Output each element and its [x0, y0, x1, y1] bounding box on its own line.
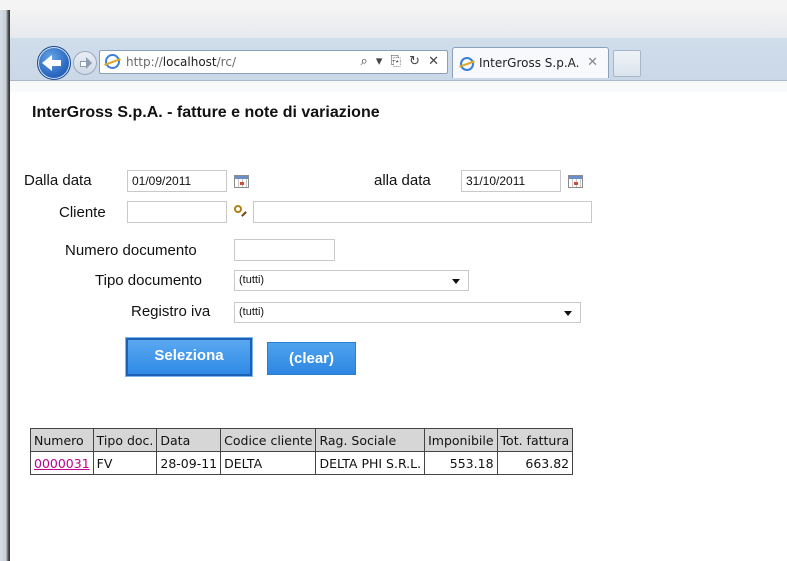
column-header: Data	[156, 428, 222, 452]
forward-button[interactable]	[73, 51, 97, 75]
column-header: Numero	[30, 428, 94, 452]
chevron-down-icon	[564, 311, 572, 316]
window-left-edge	[0, 10, 10, 561]
new-tab-button[interactable]	[613, 50, 641, 77]
back-button[interactable]	[37, 46, 71, 80]
cell-numero: 0000031	[30, 451, 94, 475]
document-link[interactable]: 0000031	[34, 456, 90, 471]
search-icon[interactable]	[234, 205, 242, 213]
browser-tab[interactable]: InterGross S.p.A. ✕	[452, 47, 609, 78]
calendar-icon[interactable]	[568, 175, 583, 188]
dalla-data-input[interactable]: 01/09/2011	[127, 170, 227, 192]
table-row: 0000031 FV 28-09-11 DELTA DELTA PHI S.R.…	[30, 451, 574, 475]
tab-title: InterGross S.p.A.	[479, 56, 580, 70]
cliente-name-input[interactable]	[253, 201, 592, 223]
column-header: Tipo doc.	[92, 428, 158, 452]
alla-data-input[interactable]: 31/10/2011	[461, 170, 561, 192]
cell-codice-cliente: DELTA	[220, 451, 317, 475]
clear-button[interactable]: (clear)	[267, 342, 356, 375]
cliente-label: Cliente	[59, 204, 106, 221]
cell-tipo-doc: FV	[92, 451, 158, 475]
browser-chrome: http://localhost/rc/ ⌕ ▾ ⎘ ↻ ✕ InterGros…	[10, 10, 787, 93]
address-url[interactable]: http://localhost/rc/	[126, 55, 236, 69]
tipo-documento-label: Tipo documento	[95, 272, 203, 289]
cell-data: 28-09-11	[156, 451, 222, 475]
cell-rag-sociale: DELTA PHI S.R.L.	[315, 451, 426, 475]
window-title-bar	[10, 10, 787, 38]
column-header: Imponibile	[424, 428, 498, 452]
desktop-strip	[0, 0, 787, 10]
cliente-code-input[interactable]	[127, 201, 227, 223]
cell-imponibile: 553.18	[424, 451, 498, 475]
registro-iva-select[interactable]: (tutti)	[234, 302, 581, 323]
address-controls[interactable]: ⌕ ▾ ⎘ ↻ ✕	[360, 54, 441, 69]
chevron-down-icon	[452, 279, 460, 284]
cell-tot-fattura: 663.82	[496, 451, 574, 475]
column-header: Tot. fattura	[496, 428, 574, 452]
page-title: InterGross S.p.A. - fatture e note di va…	[32, 104, 380, 121]
alla-data-label: alla data	[374, 172, 431, 189]
page-content: InterGross S.p.A. - fatture e note di va…	[10, 92, 787, 561]
dalla-data-label: Dalla data	[24, 172, 92, 189]
calendar-icon[interactable]	[234, 175, 249, 188]
tab-ie-icon	[460, 57, 474, 71]
address-bar[interactable]: http://localhost/rc/ ⌕ ▾ ⎘ ↻ ✕	[99, 50, 448, 74]
results-table: Numero Tipo doc. Data Codice cliente Rag…	[30, 428, 574, 475]
ie-logo-icon	[105, 54, 120, 69]
registro-iva-selected: (tutti)	[239, 306, 265, 318]
seleziona-button[interactable]: Seleziona	[125, 337, 253, 377]
tab-close-icon[interactable]: ✕	[587, 55, 598, 70]
numero-documento-input[interactable]	[234, 239, 335, 261]
numero-documento-label: Numero documento	[65, 242, 197, 259]
column-header: Rag. Sociale	[315, 428, 426, 452]
registro-iva-label: Registro iva	[131, 303, 211, 320]
table-header-row: Numero Tipo doc. Data Codice cliente Rag…	[30, 428, 574, 452]
tipo-documento-selected: (tutti)	[239, 274, 265, 286]
column-header: Codice cliente	[220, 428, 317, 452]
tipo-documento-select[interactable]: (tutti)	[234, 270, 469, 291]
